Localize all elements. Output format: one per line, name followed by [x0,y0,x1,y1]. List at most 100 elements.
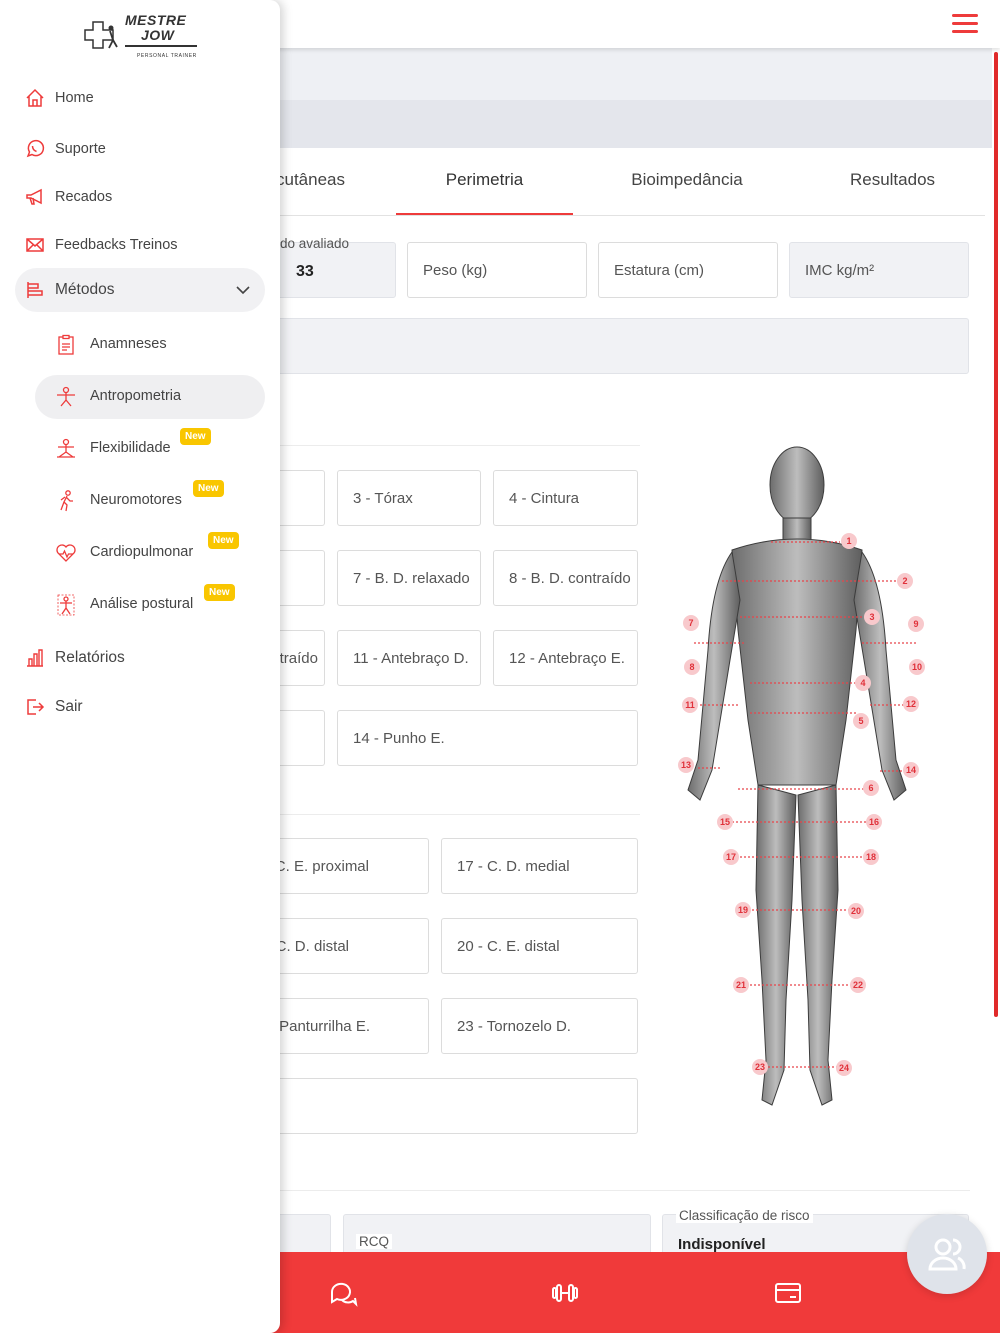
age-value: 33 [296,263,314,280]
sidebar-item-suporte[interactable]: Suporte [15,127,265,171]
trunk-field-antebraco-d[interactable]: 11 - Antebraço D. [337,630,481,686]
svg-text:2: 2 [902,576,907,586]
home-icon [26,88,44,107]
marker-19: 19 [735,902,751,918]
submenu-item-antropometria[interactable]: Antropometria [35,375,265,419]
marker-21: 21 [733,977,749,993]
marker-16: 16 [866,814,882,830]
sidebar-item-label: Métodos [55,281,115,298]
marker-13: 13 [678,757,694,773]
trunk-field-bd-contraido[interactable]: 8 - B. D. contraído [493,550,638,606]
sidebar-item-home[interactable]: Home [15,76,265,120]
brand-line1: MESTRE [125,12,187,28]
section-divider [280,445,640,446]
bmi-field: IMC kg/m² [789,242,969,298]
trunk-field-antebraco-e[interactable]: 12 - Antebraço E. [493,630,638,686]
marker-1: 1 [841,533,857,549]
new-badge: New [204,584,235,601]
anatomy-figure-icon: 1 2 3 4 5 6 7 8 9 10 11 12 13 14 15 16 1… [678,446,925,1106]
whatsapp-icon [26,139,45,158]
sidebar-item-label: Relatórios [55,649,125,666]
menu-icon[interactable] [952,14,978,34]
chat-icon[interactable] [328,1278,358,1308]
person-icon [57,386,75,407]
svg-text:21: 21 [736,980,746,990]
marker-2: 2 [897,573,913,589]
clipboard-icon [58,334,74,355]
marker-3: 3 [864,609,880,625]
marker-12: 12 [903,696,919,712]
scrollbar[interactable] [994,52,998,1017]
methods-icon [27,282,43,298]
submenu-item-label: Cardiopulmonar [90,544,194,560]
trunk-field-punho-e[interactable]: 14 - Punho E. [337,710,638,766]
dumbbell-icon[interactable] [550,1278,580,1308]
tab-bioimpedancia[interactable]: Bioimpedância [598,170,776,190]
marker-23: 23 [752,1059,768,1075]
svg-text:20: 20 [851,906,861,916]
weight-field[interactable]: Peso (kg) [407,242,587,298]
sidebar-item-metodos[interactable]: Métodos [15,268,265,312]
heart-pulse-icon [56,544,76,562]
svg-text:5: 5 [858,716,863,726]
cross-logo-icon [84,21,118,49]
submenu-item-label: Flexibilidade [90,440,171,456]
marker-6: 6 [863,780,879,796]
card-icon[interactable] [773,1278,803,1308]
svg-text:6: 6 [868,783,873,793]
svg-text:19: 19 [738,905,748,915]
svg-text:9: 9 [913,619,918,629]
marker-17: 17 [723,849,739,865]
side-drawer: MESTRE JOW PERSONAL TRAINER Home Suporte… [0,0,280,1333]
students-button[interactable] [907,1214,987,1294]
svg-text:8: 8 [689,662,694,672]
submenu-item-neuromotores[interactable]: Neuromotores [35,479,265,523]
svg-text:4: 4 [860,678,865,688]
new-badge: New [193,480,224,497]
trunk-field-torax[interactable]: 3 - Tórax [337,470,481,526]
submenu-item-anamneses[interactable]: Anamneses [35,323,265,367]
marker-8: 8 [684,659,700,675]
height-field[interactable]: Estatura (cm) [598,242,778,298]
posture-icon [57,594,75,616]
marker-7: 7 [683,615,699,631]
brand-tagline: PERSONAL TRAINER [137,53,197,59]
marker-15: 15 [717,814,733,830]
brand-line2: JOW [141,27,175,43]
submenu-item-label: Antropometria [90,388,182,404]
svg-text:1: 1 [846,536,851,546]
trunk-field-bd-relaxado[interactable]: 7 - B. D. relaxado [337,550,481,606]
trunk-field-cintura[interactable]: 4 - Cintura [493,470,638,526]
megaphone-icon [26,188,42,205]
chevron-down-icon[interactable] [235,282,251,298]
svg-text:16: 16 [869,817,879,827]
section-divider [280,1190,970,1191]
sidebar-item-sair[interactable]: Sair [15,685,265,729]
submenu-item-label: Anamneses [90,336,167,352]
svg-text:23: 23 [755,1062,765,1072]
submenu-item-flexibilidade[interactable]: Flexibilidade [35,427,265,471]
sidebar-item-label: Home [55,90,94,106]
stretch-icon [57,438,75,458]
sidebar-item-relatorios[interactable]: Relatórios [15,636,265,680]
leg-field-tornozelo-d[interactable]: 23 - Tornozelo D. [441,998,638,1054]
risk-value: Indisponível [678,1236,766,1253]
svg-text:11: 11 [685,700,695,710]
notes-field[interactable] [200,318,969,374]
sidebar-item-recados[interactable]: Recados [15,175,265,219]
marker-5: 5 [853,713,869,729]
tab-perimetria[interactable]: Perimetria [396,170,573,190]
sidebar-item-feedbacks[interactable]: Feedbacks Treinos [15,223,265,267]
tab-resultados[interactable]: Resultados [800,170,985,190]
sidebar-item-label: Suporte [55,141,106,157]
leg-field-ce-distal[interactable]: 20 - C. E. distal [441,918,638,974]
svg-text:12: 12 [906,699,916,709]
svg-text:18: 18 [866,852,876,862]
body-measurement-diagram: 1 2 3 4 5 6 7 8 9 10 11 12 13 14 15 16 1… [660,440,935,1125]
marker-20: 20 [848,903,864,919]
leg-field-cd-medial[interactable]: 17 - C. D. medial [441,838,638,894]
marker-18: 18 [863,849,879,865]
section-divider [280,814,640,815]
active-tab-indicator [396,213,573,215]
svg-text:24: 24 [839,1063,849,1073]
